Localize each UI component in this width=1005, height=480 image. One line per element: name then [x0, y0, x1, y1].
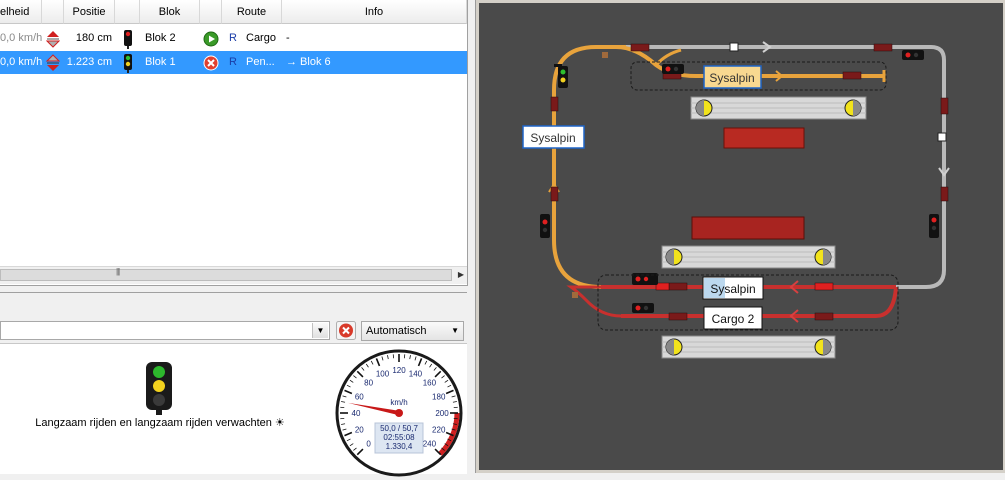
sensor-icon	[938, 133, 946, 141]
svg-text:Sysalpin: Sysalpin	[710, 282, 755, 296]
train-select[interactable]: ▼	[0, 321, 330, 340]
speedometer-tick-label: 200	[435, 409, 449, 418]
column-header-route[interactable]: Route	[222, 0, 282, 24]
signal-aspect-icon	[140, 361, 178, 418]
driver-panel: ▼ Automatisch ▼ Langzaam rijden en langz…	[0, 292, 467, 474]
block-marker	[941, 187, 948, 201]
stop-button[interactable]	[336, 321, 356, 340]
layout-signal-icon	[540, 214, 550, 238]
signal-red-icon	[115, 27, 140, 50]
play-icon[interactable]	[200, 27, 222, 50]
speedometer-tick-label: 80	[364, 379, 373, 388]
column-header-block[interactable]: Blok	[140, 0, 200, 24]
speedometer-readout-line: 02:55:08	[383, 433, 415, 442]
info-cell: -	[286, 27, 466, 50]
sensor-icon	[730, 43, 738, 51]
speedometer-tick-label: 0	[366, 439, 371, 448]
speedometer-tick-label: 40	[352, 409, 361, 418]
speedometer-tick-label: 120	[392, 366, 406, 375]
station-platform	[691, 97, 866, 119]
block-cell: Blok 2	[145, 27, 200, 50]
column-header-route-state[interactable]	[200, 0, 222, 24]
speed-cell: 0,0 km/h	[0, 27, 42, 50]
layout-signal-icon	[662, 64, 684, 74]
speedometer-readout-line: 50,0 / 50,7	[380, 424, 418, 433]
layout-signal-icon	[632, 303, 654, 313]
chevron-down-icon: ▼	[451, 322, 459, 340]
station-platform	[662, 336, 835, 358]
chevron-down-icon[interactable]: ▼	[312, 323, 328, 338]
scrollbar-grip: |||	[116, 267, 119, 276]
speedometer-tick-label: 220	[432, 425, 446, 434]
block-marker	[843, 72, 861, 79]
speedometer-tick-label: 100	[376, 369, 390, 378]
train-label-sysalpin-top[interactable]: Sysalpin	[704, 66, 761, 88]
speedometer-tick-label: 140	[409, 369, 423, 378]
block-marker	[669, 313, 687, 320]
station-building	[724, 128, 804, 148]
train-table: elheid Positie Blok Route Info 0,0 km/h …	[0, 0, 468, 286]
column-header-position[interactable]: Positie	[64, 0, 115, 24]
direction-toggle-icon[interactable]	[42, 27, 64, 50]
station-platform	[662, 246, 835, 268]
signal-aspect-text: Langzaam rijden en langzaam rijden verwa…	[0, 416, 320, 429]
speedometer-tick-label: 20	[355, 425, 364, 434]
block-marker	[815, 283, 833, 290]
layout-signal-icon	[929, 214, 939, 238]
svg-text:Sysalpin: Sysalpin	[530, 131, 575, 145]
route-type-cell: R	[229, 51, 241, 74]
layout-signal-icon	[902, 50, 924, 60]
position-cell: 180 cm	[64, 27, 112, 50]
cancel-icon[interactable]	[200, 51, 222, 74]
speed-cell: 0,0 km/h	[0, 51, 42, 74]
route-type-cell: R	[229, 27, 241, 50]
svg-text:Sysalpin: Sysalpin	[709, 71, 754, 85]
column-header-speed[interactable]: elheid	[0, 0, 42, 24]
track-layout-canvas[interactable]: Sysalpin Sysalpin Sysalpin Cargo 2	[476, 0, 1005, 473]
direction-toggle-icon[interactable]	[42, 51, 64, 74]
speedometer-readout-line: 1.330,4	[386, 442, 413, 451]
mode-select-value: Automatisch	[366, 325, 427, 337]
mode-select[interactable]: Automatisch ▼	[361, 321, 464, 341]
train-label-sysalpin-bottom[interactable]: Sysalpin	[703, 277, 763, 299]
info-cell: → Blok 6	[286, 51, 466, 74]
driver-toolbar: ▼ Automatisch ▼	[0, 293, 467, 344]
table-row[interactable]: 0,0 km/h 180 cm Blok 2 R Cargo -	[0, 27, 467, 50]
speedometer-tick-label: 60	[355, 393, 364, 402]
block-marker	[941, 98, 948, 114]
table-row[interactable]: 0,0 km/h 1.223 cm Blok 1 R Pen... → Blok…	[0, 51, 467, 74]
block-marker	[551, 187, 558, 201]
route-cell: Cargo	[246, 27, 282, 50]
track-layout-panel: Sysalpin Sysalpin Sysalpin Cargo 2	[475, 0, 1005, 473]
block-marker	[631, 44, 649, 51]
scroll-right-icon[interactable]: ▶	[458, 270, 464, 279]
scrollbar-thumb[interactable]	[0, 269, 452, 281]
position-cell: 1.223 cm	[64, 51, 112, 74]
speedometer-tick-label: 180	[432, 393, 446, 402]
switch-motor-icon	[572, 292, 578, 298]
block-marker	[669, 283, 687, 290]
speedometer-hub	[395, 409, 403, 417]
speedometer-tick-label: 160	[423, 379, 437, 388]
svg-text:Cargo 2: Cargo 2	[712, 312, 755, 326]
block-marker	[874, 44, 892, 51]
layout-signal-icon	[632, 273, 658, 285]
train-label-sysalpin-left[interactable]: Sysalpin	[523, 126, 584, 148]
block-marker	[551, 97, 558, 111]
column-header-signal[interactable]	[115, 0, 140, 24]
train-label-cargo-2[interactable]: Cargo 2	[704, 307, 762, 329]
block-marker	[815, 313, 833, 320]
speedometer-unit: km/h	[390, 398, 407, 407]
speedometer-tick-label: 240	[423, 439, 437, 448]
column-header-info[interactable]: Info	[282, 0, 467, 24]
column-header-direction[interactable]	[42, 0, 64, 24]
block-cell: Blok 1	[145, 51, 200, 74]
route-cell: Pen...	[246, 51, 282, 74]
horizontal-scrollbar[interactable]: ||| ▶	[0, 266, 467, 284]
switch-motor-icon	[602, 52, 608, 58]
signal-green-yellow-icon	[115, 51, 140, 74]
speedometer: 020 40 6080100120140160 180 200 220 240 km/h 50,…	[334, 347, 464, 480]
station-building	[692, 217, 804, 239]
